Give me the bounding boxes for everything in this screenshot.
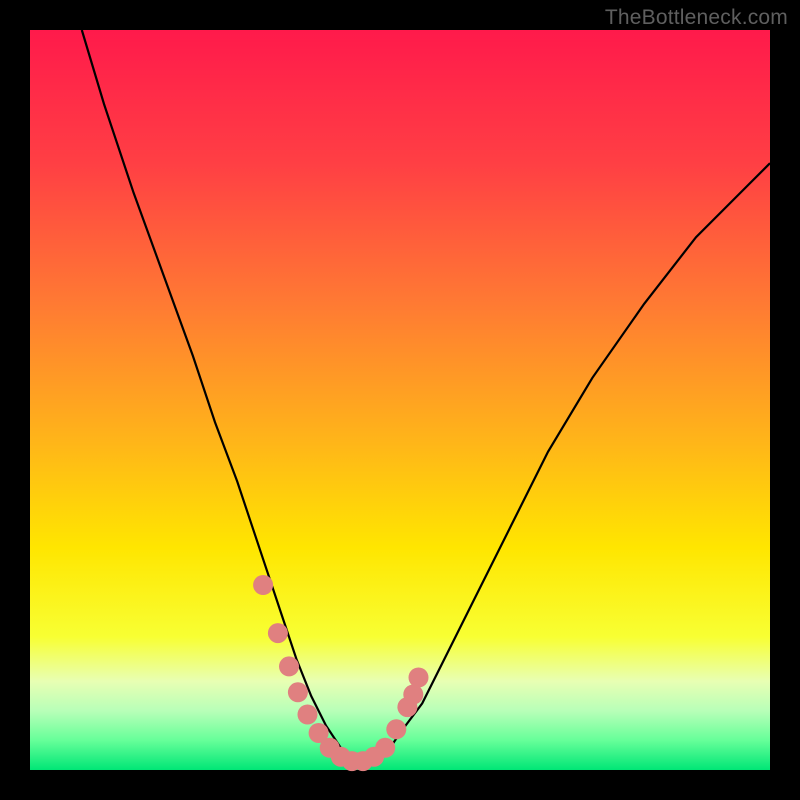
highlight-marker [268, 623, 288, 643]
highlight-marker [298, 705, 318, 725]
watermark-text: TheBottleneck.com [605, 6, 788, 30]
highlight-marker [375, 738, 395, 758]
highlight-marker [409, 668, 429, 688]
highlight-marker [403, 685, 423, 705]
chart-canvas [0, 0, 800, 800]
highlight-marker [279, 656, 299, 676]
highlight-marker [386, 719, 406, 739]
highlight-marker [253, 575, 273, 595]
highlight-marker [288, 682, 308, 702]
plot-background [30, 30, 770, 770]
